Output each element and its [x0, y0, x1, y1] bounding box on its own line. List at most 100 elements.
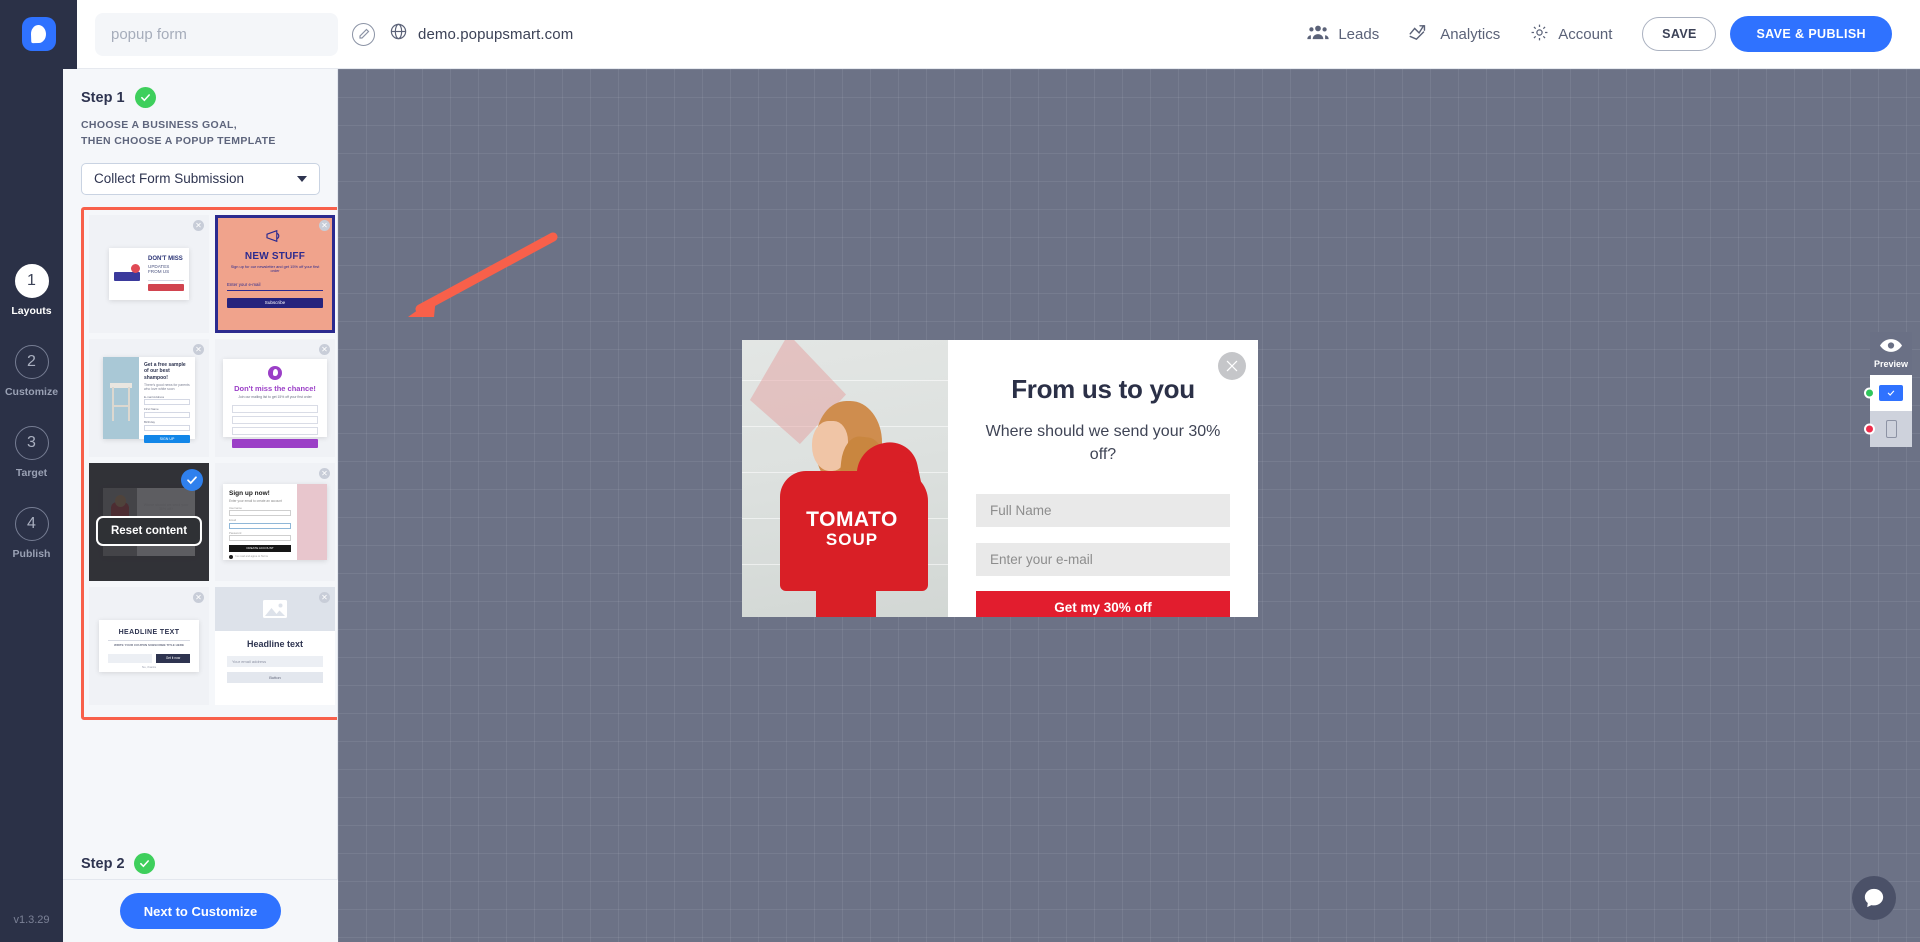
gear-icon: [1530, 23, 1549, 46]
step-label-layouts: Layouts: [11, 305, 52, 317]
top-navigation: Leads Analytics Account: [1307, 23, 1642, 46]
template-card-free-sample-shampoo[interactable]: ✕ Get a free sample of our best shampoo!…: [89, 338, 209, 457]
page-title: Step 1: [81, 89, 125, 106]
eye-icon: [1880, 339, 1902, 356]
template-title: Get a free sample of our best shampoo!: [144, 361, 186, 381]
popup-cta-button[interactable]: Get my 30% off: [976, 591, 1230, 617]
template-card-summer-sale[interactable]: Summer Sale Where should we send your 30…: [89, 462, 209, 581]
popup-paragraph: Where should we send your 30% off?: [985, 423, 1221, 463]
annotation-arrow: [408, 232, 558, 317]
popup-heading: From us to you: [1011, 374, 1195, 404]
popup-image: TOMATO SOUP: [742, 340, 948, 617]
check-circle-icon: [133, 853, 155, 874]
close-icon[interactable]: ✕: [193, 591, 204, 603]
nav-account[interactable]: Account: [1530, 23, 1612, 46]
step-label-publish: Publish: [12, 548, 51, 560]
sweater-text-line2: SOUP: [825, 530, 879, 550]
reset-content-button[interactable]: Reset content: [95, 515, 203, 546]
people-group-icon: [1307, 24, 1329, 44]
template-subtitle: WRITE YOUR COUPON SUBSCRIBE TITLE HERE: [114, 643, 184, 648]
preview-header[interactable]: Preview: [1870, 332, 1912, 375]
status-dot-enabled: [1864, 387, 1875, 399]
business-goal-select[interactable]: Collect Form Submission: [81, 162, 320, 195]
sidebar-item-customize[interactable]: 2 Customize: [0, 345, 63, 398]
step-rail: 1 Layouts 2 Customize 3 Target 4 Publish…: [0, 0, 63, 942]
analytics-chart-icon: [1409, 24, 1431, 44]
top-bar: demo.popupsmart.com Leads Analytics: [0, 0, 1920, 69]
template-title: Don't miss the chance!: [234, 383, 316, 393]
step-header: Step 1: [81, 87, 319, 108]
campaign-name-input[interactable]: [95, 12, 338, 56]
template-grid-container: ✕ DON'T MISS UPDATES FROM US ✕ NEW STUFF…: [81, 206, 337, 720]
close-icon[interactable]: ✕: [193, 219, 204, 231]
template-title: DON'T MISS: [148, 256, 183, 263]
template-title: NEW STUFF: [244, 250, 306, 262]
template-card-dont-miss-updates[interactable]: ✕ DON'T MISS UPDATES FROM US: [89, 214, 209, 333]
globe-icon: [389, 22, 408, 46]
step-number-3: 3: [14, 426, 49, 460]
business-goal-value: Collect Form Submission: [94, 171, 245, 187]
top-actions: SAVE SAVE & PUBLISH: [1642, 16, 1892, 52]
device-option-desktop[interactable]: [1864, 375, 1912, 411]
chat-bubble-icon[interactable]: [1852, 876, 1896, 920]
step-label-target: Target: [15, 467, 48, 479]
popup-fullname-input[interactable]: Full Name: [976, 494, 1230, 528]
template-card-sign-up-now[interactable]: ✕ Sign up now! Enter your email to creat…: [215, 462, 335, 581]
panel-footer: Next to Customize: [63, 879, 338, 942]
popup-email-input[interactable]: Enter your e-mail: [976, 543, 1230, 577]
step-2-header[interactable]: Step 2: [81, 853, 155, 874]
popup-content: From us to you Where should we send your…: [948, 340, 1258, 617]
template-subtitle: There's good news for parents who love w…: [144, 383, 190, 392]
next-to-customize-button[interactable]: Next to Customize: [119, 893, 282, 929]
close-x-icon[interactable]: [1218, 352, 1246, 380]
save-button[interactable]: SAVE: [1642, 17, 1717, 51]
template-subtitle: Sign up for our newsletter and get 15% o…: [230, 263, 320, 274]
template-subtitle: Join our mailing list to get 15% off you…: [238, 394, 312, 399]
save-and-publish-button[interactable]: SAVE & PUBLISH: [1730, 16, 1892, 52]
template-subtitle: Enter your email to create an account: [229, 498, 282, 503]
close-icon[interactable]: ✕: [319, 467, 330, 479]
template-title: HEADLINE TEXT: [118, 628, 180, 636]
layouts-panel: Step 1 CHOOSE A BUSINESS GOAL, THEN CHOO…: [63, 69, 338, 942]
sidebar-item-target[interactable]: 3 Target: [0, 426, 63, 479]
popup-canvas[interactable]: TOMATO SOUP From us to you Where should …: [338, 69, 1920, 942]
nav-account-label: Account: [1558, 25, 1613, 43]
nav-analytics-label: Analytics: [1440, 25, 1501, 43]
selected-check-icon: [181, 468, 203, 491]
version-label: v1.3.29: [13, 914, 50, 926]
popupsmart-logo-icon: [21, 17, 56, 51]
nav-analytics[interactable]: Analytics: [1409, 24, 1500, 44]
step-number-4: 4: [14, 507, 49, 541]
device-switcher: Preview: [1864, 332, 1912, 447]
template-title: Sign up now!: [229, 489, 270, 497]
step-2-title: Step 2: [81, 855, 125, 872]
step-number-1: 1: [14, 264, 49, 298]
app-logo[interactable]: [0, 0, 77, 69]
sidebar-item-layouts[interactable]: 1 Layouts: [0, 264, 63, 317]
step-subtitle: CHOOSE A BUSINESS GOAL, THEN CHOOSE A PO…: [81, 119, 276, 148]
template-subtitle: UPDATES FROM US: [148, 263, 170, 275]
pencil-edit-icon[interactable]: [352, 22, 375, 46]
step-rail-list: 1 Layouts 2 Customize 3 Target 4 Publish: [0, 264, 63, 588]
template-card-new-stuff[interactable]: ✕ NEW STUFF Sign up for our newsletter a…: [215, 214, 335, 333]
template-card-dont-miss-chance[interactable]: ✕ Don't miss the chance! Join our mailin…: [215, 338, 335, 457]
device-option-mobile[interactable]: [1864, 411, 1912, 447]
template-card-headline-image[interactable]: ✕ Headline text Your email address Butto…: [215, 586, 335, 705]
template-card-headline-coupon[interactable]: ✕ HEADLINE TEXT WRITE YOUR COUPON SUBSCR…: [89, 586, 209, 705]
nav-leads[interactable]: Leads: [1307, 24, 1379, 44]
check-circle-icon: [134, 87, 156, 108]
sweater-text-line1: TOMATO: [806, 508, 898, 531]
close-icon[interactable]: ✕: [319, 591, 330, 603]
template-title: Headline text: [246, 638, 304, 649]
model-illustration: TOMATO SOUP: [764, 391, 942, 617]
status-dot-disabled: [1864, 423, 1875, 435]
sidebar-item-publish[interactable]: 4 Publish: [0, 507, 63, 560]
chevron-down-icon: [297, 175, 307, 182]
close-icon[interactable]: ✕: [193, 343, 204, 355]
close-icon[interactable]: ✕: [319, 343, 330, 355]
popup-preview[interactable]: TOMATO SOUP From us to you Where should …: [742, 340, 1258, 617]
site-domain: demo.popupsmart.com: [418, 25, 574, 43]
mobile-icon: [1885, 420, 1897, 438]
template-grid: ✕ DON'T MISS UPDATES FROM US ✕ NEW STUFF…: [89, 214, 335, 705]
close-icon[interactable]: ✕: [319, 219, 330, 231]
